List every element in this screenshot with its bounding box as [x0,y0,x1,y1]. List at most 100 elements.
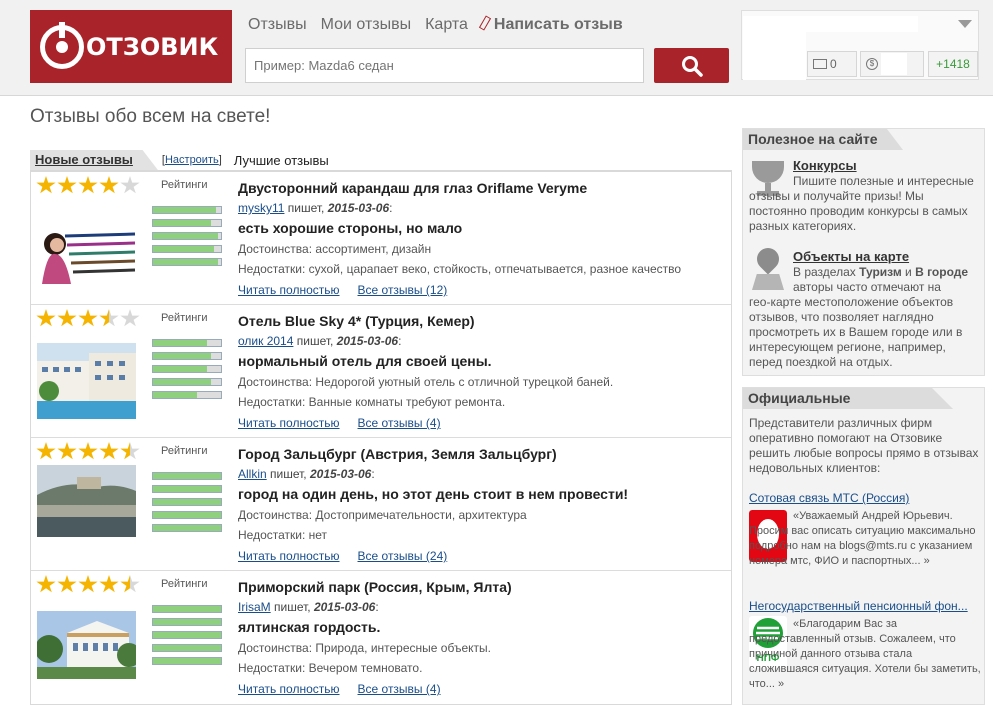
write-review-link[interactable]: Написать отзыв [478,15,623,34]
map-and: и [901,265,916,279]
review-title[interactable]: Приморский парк (Россия, Крым, Ялта) [238,579,512,595]
rating-bar [152,206,222,214]
envelope-icon [813,59,827,69]
star-icon [120,575,140,593]
review-title[interactable]: Двусторонний карандаш для глаз Oriflame … [238,180,587,196]
review-meta: mysky11 пишет, 2015-03-06: [238,201,393,215]
main-nav: Отзывы Мои отзывы Карта Написать отзыв [248,15,623,34]
nav-my-reviews[interactable]: Мои отзывы [321,16,412,34]
balance-redacted [881,53,907,75]
star-icon [120,442,140,460]
pros-text: Природа, интересные объекты. [315,641,491,655]
search-icon [681,55,703,77]
cons-text: Ванные комнаты требуют ремонта. [308,395,506,409]
all-reviews-link[interactable]: Все отзывы (4) [358,416,441,430]
tab-new-reviews[interactable]: Новые отзывы [30,150,158,170]
star-rating [36,309,141,328]
logo-text: ОТЗОВИК [86,32,219,61]
contests-head[interactable]: Конкурсы [793,158,857,174]
search-input[interactable] [245,48,644,83]
site-header: ОТЗОВИК Отзывы Мои отзывы Карта Написать… [0,0,993,96]
site-logo[interactable]: ОТЗОВИК [30,10,232,83]
writes-label: пишет, [270,600,314,614]
star-icon [36,309,56,327]
author-link[interactable]: mysky11 [238,201,284,215]
author-link[interactable]: Allkin [238,467,267,481]
map-text1: авторы часто отмечают на [793,280,941,294]
balance-button[interactable]: $ [860,51,924,77]
star-icon [78,176,98,194]
read-more-link[interactable]: Читать полностью [238,549,340,563]
star-rating [36,575,141,594]
review-thumbnail[interactable] [37,611,136,679]
useful-panel: Полезное на сайте Конкурсы Пишите полезн… [742,128,985,376]
map-head[interactable]: Объекты на карте [793,249,909,265]
author-link[interactable]: олик 2014 [238,334,293,348]
review-meta: Allkin пишет, 2015-03-06: [238,467,375,481]
pencil-icon [478,15,492,31]
configure-link[interactable]: Настроить [165,154,219,166]
review-thumbnail[interactable] [37,465,136,537]
map-text-intro: В разделах Туризм и В городе [793,265,983,280]
list-item: Рейтинги Приморский парк (Россия, Крым, … [31,571,731,704]
review-date: 2015-03-06 [313,600,376,614]
contests-text2: отзывы и получайте призы! Мы постоянно п… [749,189,968,233]
messages-button[interactable]: 0 [807,51,857,77]
user-avatar-redacted [743,32,806,80]
rating-bar [152,631,222,639]
user-name-redacted [743,16,918,32]
rating-bar [152,485,222,493]
review-pros: Достоинства: ассортимент, дизайн [238,242,431,256]
rating-bar [152,644,222,652]
review-headline: нормальный отель для своей цены. [238,353,492,369]
nav-map[interactable]: Карта [425,16,468,34]
writes-label: пишет, [266,467,310,481]
map-text-pre: В разделах [793,265,860,279]
all-reviews-link[interactable]: Все отзывы (24) [358,549,448,563]
read-more-link[interactable]: Читать полностью [238,283,340,297]
contests-link[interactable]: Конкурсы [793,158,857,173]
author-link[interactable]: IrisaM [238,600,271,614]
star-icon [120,176,140,194]
review-cons: Недостатки: нет [238,528,327,542]
rep-mts-quote: «Уважаемый Андрей Юрьевич. Просим вас оп… [749,510,976,567]
chevron-down-icon[interactable] [958,20,972,28]
review-date: 2015-03-06 [327,201,390,215]
search-button[interactable] [654,48,729,83]
pros-text: Достопримечательности, архитектура [315,508,527,522]
configure-link-wrap: [Настроить] [161,154,222,166]
map-objects-link[interactable]: Объекты на карте [793,249,909,264]
all-reviews-link[interactable]: Все отзывы (12) [358,283,448,297]
rep-npf-quote: «Благодарим Вас за предоставленный отзыв… [749,618,981,690]
review-thumbnail[interactable] [37,214,136,284]
rating-bar [152,511,222,519]
rating-bar [152,365,222,373]
review-title[interactable]: Город Зальцбург (Австрия, Земля Зальцбур… [238,446,557,462]
star-icon [57,309,77,327]
cons-label: Недостатки: [238,262,306,276]
review-pros: Достоинства: Достопримечательности, архи… [238,508,527,522]
star-icon [99,176,119,194]
rating-bars [152,605,222,670]
rating-count[interactable]: +1418 [928,51,978,77]
rep-npf-link[interactable]: Негосударственный пенсионный фон... [749,599,968,613]
pros-label: Достоинства: [238,242,313,256]
tab-best-reviews[interactable]: Лучшие отзывы [234,153,329,168]
read-more-link[interactable]: Читать полностью [238,416,340,430]
review-links: Читать полностью Все отзывы (4) [238,416,459,430]
star-icon [99,442,119,460]
rep-mts-link[interactable]: Сотовая связь МТС (Россия) [749,491,909,505]
review-links: Читать полностью Все отзывы (4) [238,682,459,696]
pros-text: ассортимент, дизайн [315,242,432,256]
review-title[interactable]: Отель Blue Sky 4* (Турция, Кемер) [238,313,475,329]
rating-bar [152,352,222,360]
nav-reviews[interactable]: Отзывы [248,16,307,34]
review-links: Читать полностью Все отзывы (12) [238,283,465,297]
all-reviews-link[interactable]: Все отзывы (4) [358,682,441,696]
read-more-link[interactable]: Читать полностью [238,682,340,696]
review-cons: Недостатки: Ванные комнаты требуют ремон… [238,395,505,409]
list-item: Рейтинги Двусторонний карандаш для глаз … [31,172,731,305]
list-item: Рейтинги Город Зальцбург (Австрия, Земля… [31,438,731,571]
review-thumbnail[interactable] [37,343,136,419]
star-icon [99,575,119,593]
